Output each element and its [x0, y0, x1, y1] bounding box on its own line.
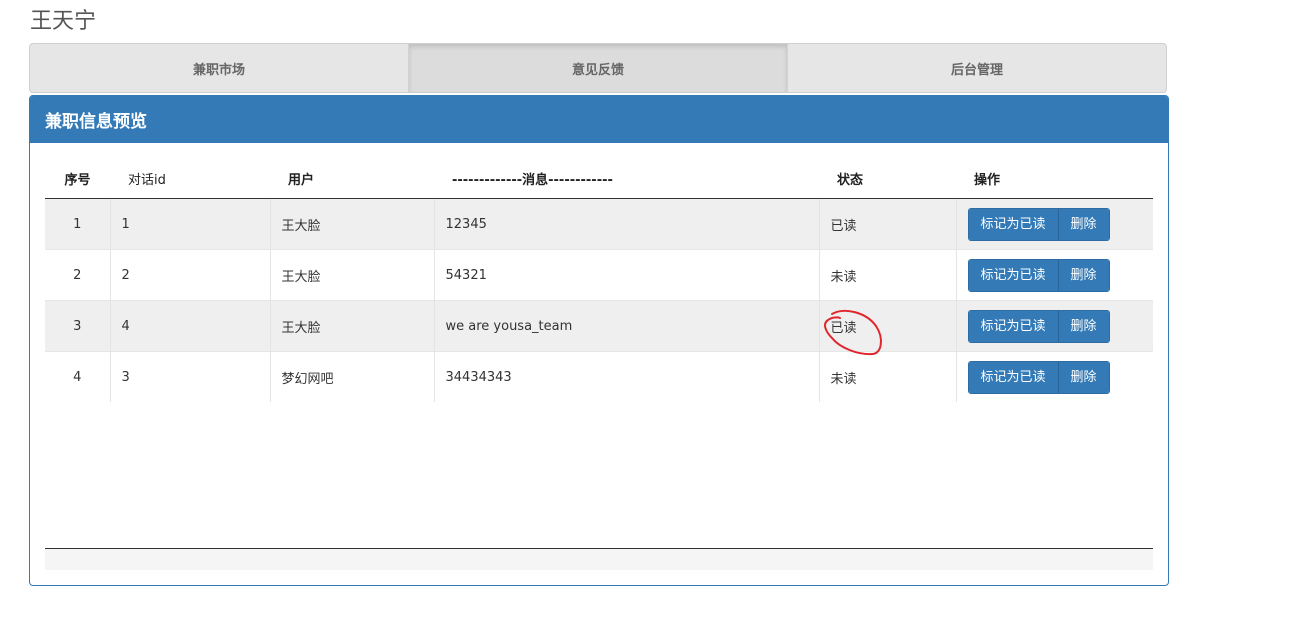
cell-index: 4: [45, 351, 110, 402]
cell-status: 未读: [818, 249, 956, 301]
cell-status: 已读: [818, 198, 956, 250]
cell-actions: 标记为已读 删除: [955, 300, 1153, 352]
cell-message: 54321: [433, 249, 819, 301]
cell-dialog-id: 2: [109, 249, 270, 301]
cell-dialog-id: 4: [109, 300, 270, 352]
nav-tabs: 兼职市场 意见反馈 后台管理: [29, 43, 1167, 93]
cell-actions: 标记为已读 删除: [955, 249, 1153, 301]
action-button-group: 标记为已读 删除: [967, 360, 1110, 394]
table-header-row: 序号 对话id 用户 -------------消息------------ 状…: [45, 158, 1153, 199]
action-button-group: 标记为已读 删除: [967, 207, 1110, 241]
table-row: 2 2 王大脸 54321 未读 标记为已读 删除: [45, 249, 1153, 301]
preview-panel: 兼职信息预览 序号 对话id 用户 -------------消息-------…: [29, 95, 1169, 586]
cell-message: we are yousa_team: [433, 300, 819, 352]
panel-title: 兼职信息预览: [30, 96, 1168, 143]
delete-button[interactable]: 删除: [1057, 259, 1109, 291]
cell-user: 王大脸: [269, 198, 434, 250]
tab-admin[interactable]: 后台管理: [788, 44, 1166, 92]
cell-user: 梦幻网吧: [269, 351, 434, 402]
column-header-dialog-id: 对话id: [110, 158, 270, 199]
delete-button[interactable]: 删除: [1057, 310, 1109, 342]
table-row: 1 1 王大脸 12345 已读 标记为已读 删除: [45, 198, 1153, 250]
user-name: 王天宁: [30, 9, 97, 34]
cell-index: 2: [45, 249, 110, 301]
cell-status: 已读: [818, 300, 956, 352]
column-header-status: 状态: [819, 158, 956, 199]
cell-message: 34434343: [433, 351, 819, 402]
column-header-index: 序号: [45, 158, 110, 199]
table-footer-bar: [45, 549, 1153, 570]
delete-button[interactable]: 删除: [1057, 208, 1109, 240]
tab-feedback[interactable]: 意见反馈: [409, 44, 788, 92]
feedback-table: 序号 对话id 用户 -------------消息------------ 状…: [45, 158, 1153, 402]
cell-actions: 标记为已读 删除: [955, 198, 1153, 250]
tab-part-time-market[interactable]: 兼职市场: [30, 44, 409, 92]
mark-read-button[interactable]: 标记为已读: [968, 208, 1058, 240]
column-header-message: -------------消息------------: [434, 158, 819, 199]
action-button-group: 标记为已读 删除: [967, 258, 1110, 292]
cell-user: 王大脸: [269, 249, 434, 301]
cell-actions: 标记为已读 删除: [955, 351, 1153, 402]
mark-read-button[interactable]: 标记为已读: [968, 310, 1058, 342]
cell-index: 1: [45, 198, 110, 250]
feedback-table-wrap: 序号 对话id 用户 -------------消息------------ 状…: [45, 158, 1153, 402]
action-button-group: 标记为已读 删除: [967, 309, 1110, 343]
cell-dialog-id: 1: [109, 198, 270, 250]
delete-button[interactable]: 删除: [1057, 361, 1109, 393]
table-row: 4 3 梦幻网吧 34434343 未读 标记为已读 删除: [45, 351, 1153, 402]
cell-message: 12345: [433, 198, 819, 250]
cell-status: 未读: [818, 351, 956, 402]
cell-index: 3: [45, 300, 110, 352]
table-row: 3 4 王大脸 we are yousa_team 已读 标记为已读 删除: [45, 300, 1153, 352]
mark-read-button[interactable]: 标记为已读: [968, 361, 1058, 393]
column-header-user: 用户: [270, 158, 434, 199]
mark-read-button[interactable]: 标记为已读: [968, 259, 1058, 291]
cell-user: 王大脸: [269, 300, 434, 352]
cell-dialog-id: 3: [109, 351, 270, 402]
column-header-actions: 操作: [956, 158, 1153, 199]
